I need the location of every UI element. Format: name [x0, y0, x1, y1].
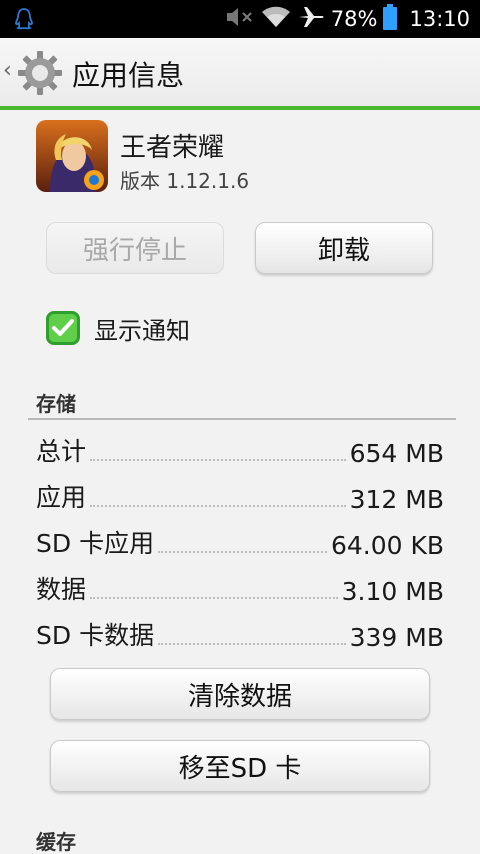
app-version: 版本 1.12.1.6: [120, 169, 250, 193]
battery-icon: [383, 3, 398, 35]
show-notifications-checkbox[interactable]: [46, 311, 80, 345]
cache-section-title: 缓存: [36, 830, 76, 854]
storage-row-data: 数据 3.10 MB: [36, 570, 444, 606]
uninstall-button[interactable]: 卸载: [255, 222, 433, 274]
storage-row-sd-data: SD 卡数据 339 MB: [36, 616, 444, 652]
storage-row-label: SD 卡数据: [36, 621, 155, 650]
app-icon: [36, 120, 108, 192]
mute-icon: [225, 6, 255, 33]
dotted-leader: [158, 643, 346, 645]
storage-row-label: 总计: [36, 437, 87, 466]
qq-notification-icon: [14, 7, 34, 35]
dotted-leader: [90, 597, 338, 599]
dotted-leader: [90, 505, 346, 507]
storage-row-value: 654 MB: [349, 439, 444, 468]
clear-data-button[interactable]: 清除数据: [50, 668, 430, 720]
storage-section-title: 存储: [36, 392, 76, 416]
show-notifications-row[interactable]: 显示通知: [46, 310, 190, 346]
back-chevron-icon[interactable]: ‹: [3, 58, 12, 83]
action-bar[interactable]: ‹ 应用信息: [0, 38, 480, 106]
show-notifications-label: 显示通知: [94, 316, 190, 345]
force-stop-button[interactable]: 强行停止: [46, 222, 224, 274]
storage-row-value: 339 MB: [349, 623, 444, 652]
app-name: 王者荣耀: [120, 133, 225, 163]
storage-section-divider: [28, 418, 456, 420]
storage-row-app: 应用 312 MB: [36, 478, 444, 514]
dotted-leader: [158, 551, 327, 553]
move-to-sd-button[interactable]: 移至SD 卡: [50, 740, 430, 792]
title-divider: [0, 106, 480, 110]
settings-gear-icon[interactable]: [16, 49, 64, 97]
storage-row-label: SD 卡应用: [36, 529, 155, 558]
clock: 13:10: [409, 7, 470, 31]
airplane-mode-icon: [297, 5, 325, 34]
storage-row-value: 312 MB: [349, 485, 444, 514]
wifi-icon: [261, 5, 291, 34]
storage-row-label: 数据: [36, 575, 87, 604]
storage-row-total: 总计 654 MB: [36, 432, 444, 468]
battery-percent: 78%: [330, 7, 378, 31]
status-bar: 78% 13:10: [0, 0, 480, 38]
dotted-leader: [90, 459, 346, 461]
storage-row-sd-app: SD 卡应用 64.00 KB: [36, 524, 444, 560]
storage-row-value: 64.00 KB: [330, 531, 444, 560]
storage-row-value: 3.10 MB: [341, 577, 444, 606]
storage-row-label: 应用: [36, 483, 87, 512]
page-title: 应用信息: [72, 59, 185, 92]
